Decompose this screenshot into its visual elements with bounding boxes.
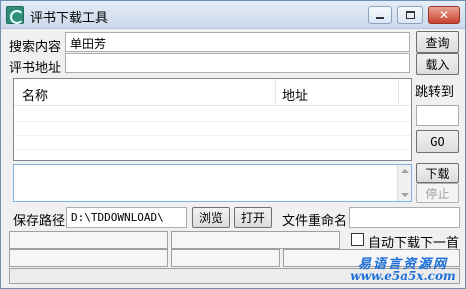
title-bar[interactable]: 评书下载工具 ✕ [1, 1, 465, 29]
watermark-line-2: www.e5a5x.com [350, 269, 456, 283]
result-list[interactable]: 名称 地址 [13, 78, 412, 161]
column-name-header[interactable]: 名称 [22, 85, 48, 104]
status-panel [9, 231, 168, 249]
maximize-icon [405, 11, 415, 19]
rename-label: 文件重命名 [282, 214, 348, 229]
search-input[interactable]: 单田芳 [65, 32, 410, 52]
list-header: 名称 地址 [14, 79, 411, 106]
search-label: 搜索内容 [9, 40, 62, 55]
minimize-button[interactable] [368, 6, 392, 24]
jump-input[interactable] [416, 105, 459, 126]
column-separator[interactable] [398, 79, 399, 106]
watermark-logo: 易语言资源网 www.e5a5x.com [347, 253, 459, 285]
stop-button[interactable]: 停止 [416, 183, 459, 203]
close-icon: ✕ [438, 8, 450, 22]
log-scrollbar[interactable] [397, 165, 411, 201]
close-button[interactable]: ✕ [428, 6, 460, 24]
go-button[interactable]: GO [416, 130, 459, 153]
app-icon [6, 6, 24, 24]
scroll-down-icon[interactable] [401, 193, 409, 197]
list-row-line [14, 121, 411, 122]
window-title: 评书下载工具 [30, 11, 109, 26]
load-button[interactable]: 载入 [416, 53, 459, 75]
status-panel [171, 231, 340, 249]
save-path-label: 保存路径 [13, 214, 66, 229]
status-panel [171, 249, 280, 267]
maximize-button[interactable] [397, 6, 423, 24]
minimize-icon [376, 17, 384, 19]
jump-label: 跳转到 [415, 85, 455, 100]
list-row-line [14, 135, 411, 136]
column-separator[interactable] [275, 79, 276, 106]
browse-button[interactable]: 浏览 [192, 207, 230, 228]
save-path-input[interactable]: D:\TDDOWNLOAD\ [66, 207, 187, 228]
main-window: 评书下载工具 ✕ 搜索内容 单田芳 查询 评书地址 载入 名称 地址 跳转到 G… [0, 0, 466, 289]
open-button[interactable]: 打开 [234, 207, 272, 228]
log-textarea[interactable] [13, 164, 412, 202]
query-button[interactable]: 查询 [416, 31, 459, 53]
auto-next-checkbox[interactable] [351, 233, 364, 246]
scroll-up-icon[interactable] [401, 169, 409, 173]
list-row-line [14, 149, 411, 150]
status-panel [9, 249, 168, 267]
download-button[interactable]: 下载 [416, 163, 459, 183]
column-address-header[interactable]: 地址 [282, 85, 308, 104]
rename-input[interactable] [349, 207, 460, 228]
address-label: 评书地址 [9, 61, 62, 76]
address-input[interactable] [65, 53, 410, 73]
